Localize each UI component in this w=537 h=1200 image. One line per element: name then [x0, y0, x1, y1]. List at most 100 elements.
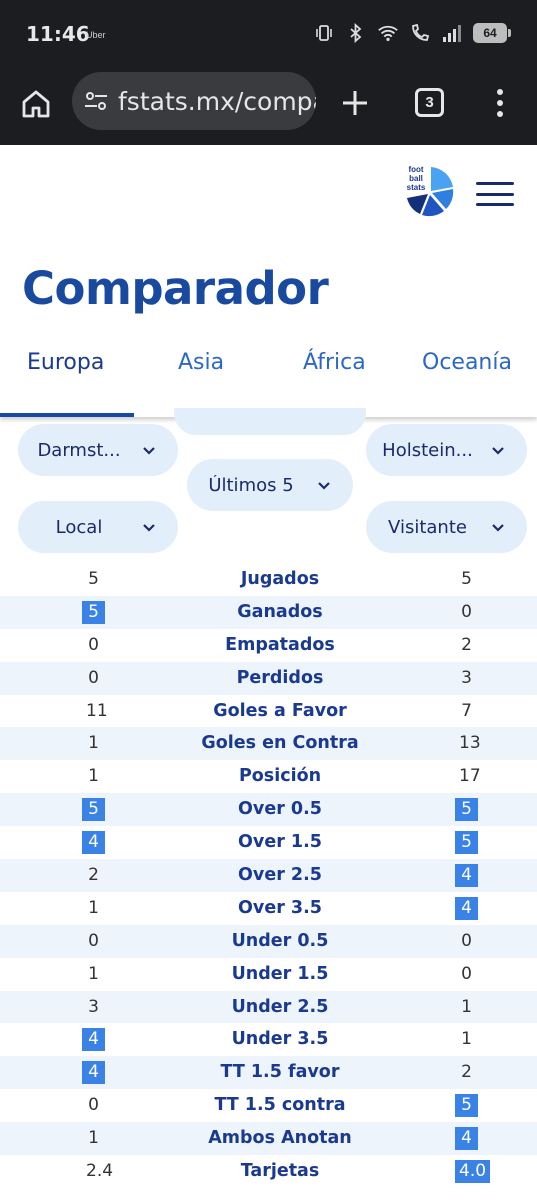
- stat-label: Goles en Contra: [201, 733, 359, 754]
- tab-switcher-button[interactable]: 3: [415, 88, 444, 117]
- stat-label: Over 3.5: [238, 897, 322, 918]
- stat-label: Perdidos: [236, 667, 324, 688]
- tab-asia[interactable]: Asia: [178, 350, 224, 375]
- local-value: 1: [88, 733, 99, 754]
- visitor-value: 7: [461, 700, 472, 721]
- table-row: 1 Under 1.5 0: [0, 958, 537, 991]
- wifi-icon: [377, 22, 399, 44]
- local-value: 0: [88, 930, 99, 951]
- stat-label: Jugados: [240, 569, 320, 589]
- table-row: 5 Jugados 5: [0, 563, 537, 596]
- away-team-value: Holstein...: [382, 439, 473, 461]
- local-value: 4: [82, 1061, 105, 1085]
- local-value: 0: [88, 667, 99, 688]
- stat-label: Under 0.5: [231, 930, 329, 951]
- site-settings-icon[interactable]: [82, 87, 110, 115]
- local-value: 5: [88, 569, 99, 589]
- stat-label: TT 1.5 favor: [220, 1062, 340, 1083]
- home-venue-select[interactable]: Local: [18, 501, 178, 553]
- table-row: 1 Over 3.5 4: [0, 892, 537, 925]
- visitor-value: 4: [455, 1127, 478, 1151]
- local-value: 0: [88, 1095, 99, 1116]
- visitor-value: 5: [455, 1094, 478, 1118]
- tab-africa[interactable]: África: [303, 350, 366, 375]
- local-value: 1: [88, 1128, 99, 1149]
- visitor-value: 1: [461, 996, 472, 1017]
- signal-icon: [441, 22, 463, 44]
- table-row: 1 Posición 17: [0, 760, 537, 793]
- overflow-menu-icon[interactable]: [488, 86, 512, 120]
- football-stats-logo[interactable]: foot ball stats: [404, 165, 456, 219]
- away-team-select[interactable]: Holstein...: [366, 424, 527, 476]
- hamburger-menu-icon[interactable]: [476, 182, 514, 206]
- table-row: 1 Ambos Anotan 4: [0, 1122, 537, 1156]
- local-value: 2.4: [86, 1161, 114, 1182]
- local-value: 1: [88, 963, 99, 984]
- visitor-value: 13: [459, 733, 481, 754]
- home-team-select[interactable]: Darmst...: [18, 424, 178, 476]
- table-row: 4 Under 3.5 1: [0, 1023, 537, 1056]
- stat-label: Under 1.5: [231, 963, 329, 984]
- away-venue-select[interactable]: Visitante: [366, 501, 527, 553]
- home-team-value: Darmst...: [37, 439, 121, 461]
- visitor-value: 5: [461, 569, 472, 589]
- visitor-value: 5: [455, 798, 478, 822]
- table-row: 0 Perdidos 3: [0, 661, 537, 695]
- visitor-value: 0: [461, 601, 472, 622]
- range-value: Últimos 5: [208, 474, 294, 496]
- local-value: 1: [88, 766, 99, 787]
- visitor-value: 4.0: [455, 1160, 491, 1184]
- stat-label: Posición: [238, 766, 322, 787]
- visitor-value: 2: [461, 1062, 472, 1083]
- browser-toolbar: fstats.mx/comparador 3: [0, 70, 537, 145]
- local-value: 0: [88, 634, 99, 655]
- local-value: 5: [82, 798, 105, 822]
- table-row: 0 Under 0.5 0: [0, 924, 537, 958]
- chevron-down-icon: [140, 441, 158, 459]
- table-row: 0 TT 1.5 contra 5: [0, 1089, 537, 1122]
- table-row: 5 Ganados 0: [0, 595, 537, 629]
- address-bar[interactable]: fstats.mx/comparador: [72, 72, 316, 130]
- bluetooth-icon: [345, 22, 367, 44]
- stat-label: Ganados: [237, 601, 323, 622]
- home-icon[interactable]: [18, 86, 54, 122]
- range-select[interactable]: Últimos 5: [187, 459, 353, 511]
- table-row: 3 Under 2.5 1: [0, 990, 537, 1024]
- chevron-down-icon: [489, 518, 507, 536]
- page-title: Comparador: [22, 262, 329, 315]
- local-value: 3: [88, 996, 99, 1017]
- chevron-down-icon: [315, 476, 333, 494]
- visitor-value: 4: [455, 896, 478, 920]
- tab-oceania[interactable]: Oceanía: [422, 350, 512, 375]
- tab-europa[interactable]: Europa: [27, 350, 104, 375]
- table-row: 5 Over 0.5 5: [0, 793, 537, 827]
- stat-label: TT 1.5 contra: [214, 1095, 346, 1116]
- visitor-value: 5: [455, 831, 478, 855]
- league-select-partial[interactable]: [174, 408, 366, 435]
- stat-label: Goles a Favor: [213, 700, 347, 721]
- region-tabs: Europa Asia África Oceanía: [0, 315, 537, 417]
- local-value: 11: [86, 700, 108, 721]
- stat-label: Empatados: [225, 634, 335, 655]
- local-value: 4: [82, 1028, 105, 1052]
- chevron-down-icon: [140, 518, 158, 536]
- local-value: 2: [88, 865, 99, 886]
- local-value: 5: [82, 600, 105, 624]
- new-tab-icon[interactable]: [338, 86, 372, 120]
- wifi-call-icon: [409, 22, 431, 44]
- stat-label: Over 1.5: [238, 832, 322, 853]
- chevron-down-icon: [489, 441, 507, 459]
- away-venue-value: Visitante: [388, 516, 467, 538]
- logo-text: foot ball stats: [406, 165, 426, 192]
- visitor-value: 0: [461, 963, 472, 984]
- vibrate-icon: [313, 22, 335, 44]
- status-time: 11:46: [26, 22, 90, 46]
- status-bar: 11:46 Uber 64: [0, 0, 537, 70]
- table-row: 0 Empatados 2: [0, 629, 537, 662]
- stat-label: Over 2.5: [238, 865, 322, 886]
- table-row: 2.4 Tarjetas 4.0: [0, 1155, 537, 1188]
- status-carrier: Uber: [86, 30, 106, 40]
- stat-label: Tarjetas: [240, 1161, 320, 1182]
- stat-label: Under 2.5: [231, 996, 329, 1017]
- visitor-value: 0: [461, 930, 472, 951]
